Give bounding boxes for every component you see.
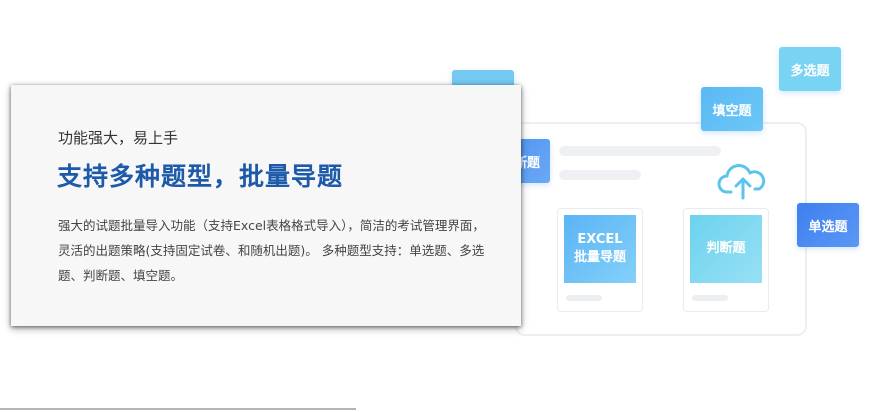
feature-subtitle: 功能强大，易上手 [58,129,179,147]
doc-line [692,295,728,301]
batch-import-label: 批量导题 [573,250,626,265]
judge-question-card: 判断题 [683,208,769,312]
excel-import-card: EXCEL 批量导题 [557,208,643,312]
tag-fill-blank: 填空题 [701,87,763,131]
excel-import-thumb: EXCEL 批量导题 [564,215,636,283]
tag-single-choice: 单选题 [797,203,859,247]
judge-label: 判断题 [706,241,746,256]
doc-line [566,295,602,301]
tag-multiple-choice-label: 多选题 [790,63,830,79]
feature-card: 功能强大，易上手 支持多种题型，批量导题 强大的试题批量导入功能（支持Excel… [11,85,521,326]
divider [0,408,356,410]
excel-label: EXCEL [577,232,623,247]
tag-single-choice-label: 单选题 [808,219,848,235]
cloud-upload-icon [717,160,769,200]
judge-question-thumb: 判断题 [690,215,762,283]
feature-description: 强大的试题批量导入功能（支持Excel表格格式导入），简洁的考试管理界面，灵活的… [58,218,485,283]
tag-fill-blank-label: 填空题 [712,103,752,119]
skeleton-line [559,146,721,156]
skeleton-line [559,170,641,180]
tag-multiple-choice: 多选题 [779,47,841,91]
illustration-board: EXCEL 批量导题 判断题 [515,122,807,336]
feature-headline: 支持多种题型，批量导题 [57,162,344,191]
